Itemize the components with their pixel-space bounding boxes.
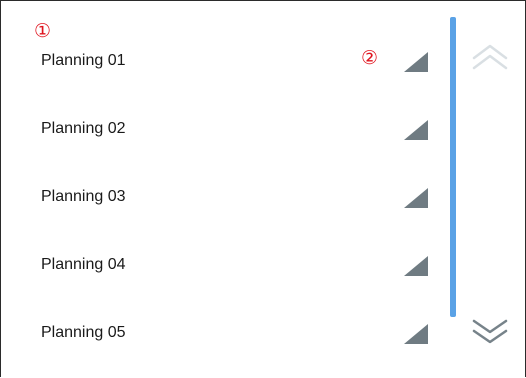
planning-item-label: Planning 01 <box>41 52 126 69</box>
planning-item-04[interactable]: Planning 04 <box>1 230 441 298</box>
triangle-corner-icon[interactable] <box>404 324 428 344</box>
double-chevron-down-icon[interactable] <box>468 317 512 347</box>
triangle-corner-icon[interactable] <box>404 52 428 72</box>
planning-panel: ① ② Planning 01 Planning 02 Planning 03 … <box>0 0 526 377</box>
planning-item-label: Planning 02 <box>41 120 126 137</box>
triangle-corner-icon[interactable] <box>404 120 428 140</box>
scrollbar[interactable] <box>450 17 456 317</box>
triangle-corner-icon[interactable] <box>404 256 428 276</box>
planning-list: Planning 01 Planning 02 Planning 03 Plan… <box>1 26 441 366</box>
planning-item-03[interactable]: Planning 03 <box>1 162 441 230</box>
planning-item-01[interactable]: Planning 01 <box>1 26 441 94</box>
planning-item-label: Planning 05 <box>41 324 126 341</box>
double-chevron-up-icon[interactable] <box>468 41 512 71</box>
planning-item-label: Planning 04 <box>41 256 126 273</box>
triangle-corner-icon[interactable] <box>404 188 428 208</box>
planning-item-02[interactable]: Planning 02 <box>1 94 441 162</box>
planning-item-label: Planning 03 <box>41 188 126 205</box>
planning-item-05[interactable]: Planning 05 <box>1 298 441 366</box>
